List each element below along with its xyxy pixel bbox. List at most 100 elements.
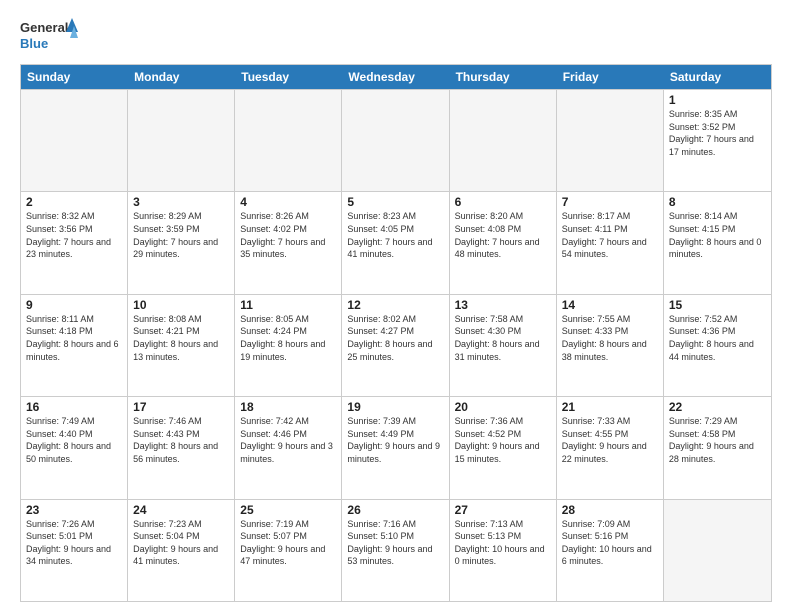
day-number: 18	[240, 400, 336, 414]
day-cell: 17Sunrise: 7:46 AM Sunset: 4:43 PM Dayli…	[128, 397, 235, 498]
day-cell	[128, 90, 235, 191]
day-info: Sunrise: 8:35 AM Sunset: 3:52 PM Dayligh…	[669, 108, 766, 158]
day-cell: 20Sunrise: 7:36 AM Sunset: 4:52 PM Dayli…	[450, 397, 557, 498]
day-number: 5	[347, 195, 443, 209]
day-info: Sunrise: 8:26 AM Sunset: 4:02 PM Dayligh…	[240, 210, 336, 260]
day-number: 7	[562, 195, 658, 209]
day-header-wednesday: Wednesday	[342, 65, 449, 89]
day-cell	[450, 90, 557, 191]
day-cell	[21, 90, 128, 191]
day-info: Sunrise: 7:23 AM Sunset: 5:04 PM Dayligh…	[133, 518, 229, 568]
day-cell: 23Sunrise: 7:26 AM Sunset: 5:01 PM Dayli…	[21, 500, 128, 601]
day-cell: 8Sunrise: 8:14 AM Sunset: 4:15 PM Daylig…	[664, 192, 771, 293]
day-number: 14	[562, 298, 658, 312]
day-cell: 3Sunrise: 8:29 AM Sunset: 3:59 PM Daylig…	[128, 192, 235, 293]
day-info: Sunrise: 8:32 AM Sunset: 3:56 PM Dayligh…	[26, 210, 122, 260]
day-cell: 11Sunrise: 8:05 AM Sunset: 4:24 PM Dayli…	[235, 295, 342, 396]
day-cell: 13Sunrise: 7:58 AM Sunset: 4:30 PM Dayli…	[450, 295, 557, 396]
day-number: 13	[455, 298, 551, 312]
week-row-5: 23Sunrise: 7:26 AM Sunset: 5:01 PM Dayli…	[21, 499, 771, 601]
day-info: Sunrise: 7:13 AM Sunset: 5:13 PM Dayligh…	[455, 518, 551, 568]
day-cell: 26Sunrise: 7:16 AM Sunset: 5:10 PM Dayli…	[342, 500, 449, 601]
day-cell: 28Sunrise: 7:09 AM Sunset: 5:16 PM Dayli…	[557, 500, 664, 601]
calendar: SundayMondayTuesdayWednesdayThursdayFrid…	[20, 64, 772, 602]
day-info: Sunrise: 7:46 AM Sunset: 4:43 PM Dayligh…	[133, 415, 229, 465]
day-info: Sunrise: 7:55 AM Sunset: 4:33 PM Dayligh…	[562, 313, 658, 363]
day-header-saturday: Saturday	[664, 65, 771, 89]
day-header-monday: Monday	[128, 65, 235, 89]
day-number: 4	[240, 195, 336, 209]
day-cell	[664, 500, 771, 601]
day-cell	[342, 90, 449, 191]
day-info: Sunrise: 8:02 AM Sunset: 4:27 PM Dayligh…	[347, 313, 443, 363]
day-cell: 22Sunrise: 7:29 AM Sunset: 4:58 PM Dayli…	[664, 397, 771, 498]
week-row-1: 1Sunrise: 8:35 AM Sunset: 3:52 PM Daylig…	[21, 89, 771, 191]
day-info: Sunrise: 7:29 AM Sunset: 4:58 PM Dayligh…	[669, 415, 766, 465]
day-cell: 18Sunrise: 7:42 AM Sunset: 4:46 PM Dayli…	[235, 397, 342, 498]
day-info: Sunrise: 8:20 AM Sunset: 4:08 PM Dayligh…	[455, 210, 551, 260]
day-cell: 19Sunrise: 7:39 AM Sunset: 4:49 PM Dayli…	[342, 397, 449, 498]
day-header-sunday: Sunday	[21, 65, 128, 89]
day-number: 24	[133, 503, 229, 517]
logo-svg: General Blue	[20, 16, 80, 54]
day-cell: 15Sunrise: 7:52 AM Sunset: 4:36 PM Dayli…	[664, 295, 771, 396]
week-row-2: 2Sunrise: 8:32 AM Sunset: 3:56 PM Daylig…	[21, 191, 771, 293]
day-number: 22	[669, 400, 766, 414]
day-info: Sunrise: 7:16 AM Sunset: 5:10 PM Dayligh…	[347, 518, 443, 568]
weeks: 1Sunrise: 8:35 AM Sunset: 3:52 PM Daylig…	[21, 89, 771, 601]
day-number: 10	[133, 298, 229, 312]
day-info: Sunrise: 7:33 AM Sunset: 4:55 PM Dayligh…	[562, 415, 658, 465]
day-number: 23	[26, 503, 122, 517]
day-header-tuesday: Tuesday	[235, 65, 342, 89]
svg-text:General: General	[20, 20, 68, 35]
day-info: Sunrise: 7:09 AM Sunset: 5:16 PM Dayligh…	[562, 518, 658, 568]
day-number: 28	[562, 503, 658, 517]
day-number: 9	[26, 298, 122, 312]
day-number: 2	[26, 195, 122, 209]
day-number: 11	[240, 298, 336, 312]
day-cell: 12Sunrise: 8:02 AM Sunset: 4:27 PM Dayli…	[342, 295, 449, 396]
day-number: 8	[669, 195, 766, 209]
day-number: 1	[669, 93, 766, 107]
header: General Blue	[20, 16, 772, 54]
day-info: Sunrise: 8:23 AM Sunset: 4:05 PM Dayligh…	[347, 210, 443, 260]
day-number: 25	[240, 503, 336, 517]
day-number: 19	[347, 400, 443, 414]
logo: General Blue	[20, 16, 80, 54]
day-info: Sunrise: 7:49 AM Sunset: 4:40 PM Dayligh…	[26, 415, 122, 465]
day-number: 12	[347, 298, 443, 312]
day-cell	[235, 90, 342, 191]
day-cell: 7Sunrise: 8:17 AM Sunset: 4:11 PM Daylig…	[557, 192, 664, 293]
day-number: 6	[455, 195, 551, 209]
day-number: 20	[455, 400, 551, 414]
page: General Blue SundayMondayTuesdayWednesda…	[0, 0, 792, 612]
day-headers: SundayMondayTuesdayWednesdayThursdayFrid…	[21, 65, 771, 89]
day-info: Sunrise: 8:14 AM Sunset: 4:15 PM Dayligh…	[669, 210, 766, 260]
day-cell: 24Sunrise: 7:23 AM Sunset: 5:04 PM Dayli…	[128, 500, 235, 601]
day-info: Sunrise: 7:42 AM Sunset: 4:46 PM Dayligh…	[240, 415, 336, 465]
day-info: Sunrise: 8:11 AM Sunset: 4:18 PM Dayligh…	[26, 313, 122, 363]
week-row-4: 16Sunrise: 7:49 AM Sunset: 4:40 PM Dayli…	[21, 396, 771, 498]
day-number: 27	[455, 503, 551, 517]
day-number: 21	[562, 400, 658, 414]
day-cell: 10Sunrise: 8:08 AM Sunset: 4:21 PM Dayli…	[128, 295, 235, 396]
day-cell: 25Sunrise: 7:19 AM Sunset: 5:07 PM Dayli…	[235, 500, 342, 601]
day-header-friday: Friday	[557, 65, 664, 89]
day-info: Sunrise: 8:08 AM Sunset: 4:21 PM Dayligh…	[133, 313, 229, 363]
day-info: Sunrise: 7:39 AM Sunset: 4:49 PM Dayligh…	[347, 415, 443, 465]
day-number: 26	[347, 503, 443, 517]
day-number: 3	[133, 195, 229, 209]
day-cell: 14Sunrise: 7:55 AM Sunset: 4:33 PM Dayli…	[557, 295, 664, 396]
day-info: Sunrise: 8:17 AM Sunset: 4:11 PM Dayligh…	[562, 210, 658, 260]
day-info: Sunrise: 8:05 AM Sunset: 4:24 PM Dayligh…	[240, 313, 336, 363]
day-cell	[557, 90, 664, 191]
svg-text:Blue: Blue	[20, 36, 48, 51]
day-cell: 1Sunrise: 8:35 AM Sunset: 3:52 PM Daylig…	[664, 90, 771, 191]
week-row-3: 9Sunrise: 8:11 AM Sunset: 4:18 PM Daylig…	[21, 294, 771, 396]
day-info: Sunrise: 7:19 AM Sunset: 5:07 PM Dayligh…	[240, 518, 336, 568]
day-cell: 5Sunrise: 8:23 AM Sunset: 4:05 PM Daylig…	[342, 192, 449, 293]
day-cell: 16Sunrise: 7:49 AM Sunset: 4:40 PM Dayli…	[21, 397, 128, 498]
day-cell: 4Sunrise: 8:26 AM Sunset: 4:02 PM Daylig…	[235, 192, 342, 293]
day-info: Sunrise: 7:26 AM Sunset: 5:01 PM Dayligh…	[26, 518, 122, 568]
day-number: 17	[133, 400, 229, 414]
